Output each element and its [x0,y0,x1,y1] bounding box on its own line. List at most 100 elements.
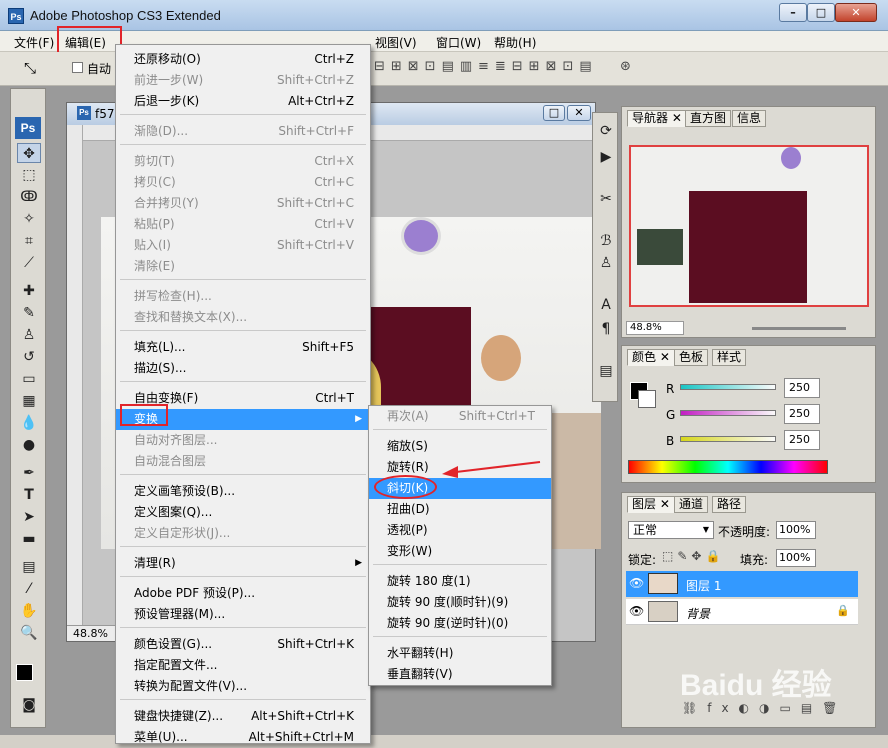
zoom-tool-icon[interactable]: 🔍 [17,623,41,643]
edit-menu-item[interactable]: 剪切(T) Ctrl+X [116,151,370,172]
edit-menu-item[interactable]: Adobe PDF 预设(P)... [116,583,370,604]
opacity-field[interactable]: 100% [776,521,816,539]
edit-menu-item[interactable]: 定义图案(Q)... [116,502,370,523]
edit-menu-item[interactable]: 自动对齐图层... [116,430,370,451]
foreground-color-swatch[interactable] [16,664,33,681]
lasso-tool-icon[interactable]: ↂ [17,187,41,207]
channel-b-value[interactable]: 250 [784,430,820,450]
align-icons[interactable]: ⊟⊞⊠⊡▤▥ [374,59,478,74]
clone-source-icon[interactable]: ♙ [594,253,618,273]
layer-comps-icon[interactable]: ▤ [594,361,618,381]
edit-menu-item[interactable]: 预设管理器(M)... [116,604,370,625]
tab-swatches[interactable]: 色板 [674,349,709,366]
lock-icons[interactable]: ⬚✎✥🔒 [662,549,724,563]
tab-layers[interactable]: 图层 ✕ [627,496,675,513]
navigator-zoom-field[interactable]: 48.8% [626,321,684,335]
transform-menu-item[interactable]: 透视(P) [369,520,551,541]
edit-menu-item[interactable]: 清理(R) ▶ [116,553,370,574]
blend-mode-select[interactable]: 正常 ▼ [628,521,714,539]
menu-view[interactable]: 视图(V) [375,34,417,51]
edit-menu-item[interactable]: 还原移动(O) Ctrl+Z [116,49,370,70]
marquee-tool-icon[interactable]: ⬚ [17,165,41,185]
transform-menu-item[interactable]: 再次(A) Shift+Ctrl+T [369,406,551,427]
transform-menu-item[interactable]: 扭曲(D) [369,499,551,520]
quick-mask-icon[interactable]: ◙ [17,695,41,715]
edit-menu-item[interactable]: 查找和替换文本(X)... [116,307,370,328]
layer-row-background[interactable]: 👁 背景 🔒 [626,599,858,625]
menu-window[interactable]: 窗口(W) [436,34,481,51]
move-tool-preset-icon[interactable]: ⤡ [24,59,36,77]
dodge-tool-icon[interactable]: ● [17,435,41,455]
navigator-zoom-slider[interactable] [752,327,846,330]
character-panel-icon[interactable]: A [594,295,618,315]
tab-navigator[interactable]: 导航器 ✕ [627,110,687,127]
layer-name[interactable]: 背景 [686,605,710,622]
layer-name[interactable]: 图层 1 [686,577,721,594]
paragraph-panel-icon[interactable]: ¶ [594,319,618,339]
channel-g-slider[interactable] [680,410,776,416]
tab-paths[interactable]: 路径 [712,496,747,513]
type-tool-icon[interactable]: T [17,485,41,505]
maximize-button[interactable]: □ [807,3,835,22]
crop-tool-icon[interactable]: ⌗ [17,231,41,251]
history-brush-tool-icon[interactable]: ↺ [17,347,41,367]
tab-channels[interactable]: 通道 [674,496,709,513]
hand-tool-icon[interactable]: ✋ [17,601,41,621]
distribute-icons[interactable]: ≡≣⊟⊞⊠⊡▤ [478,59,598,74]
eye-icon[interactable]: 👁 [629,576,644,590]
doc-close-button[interactable]: ✕ [567,105,591,121]
menu-help[interactable]: 帮助(H) [494,34,536,51]
transform-menu-item[interactable]: 旋转 180 度(1) [369,571,551,592]
tab-histogram[interactable]: 直方图 [685,110,732,127]
edit-menu-item[interactable]: 颜色设置(G)... Shift+Ctrl+K [116,634,370,655]
channel-b-slider[interactable] [680,436,776,442]
layer-row-layer1[interactable]: 👁 图层 1 [626,571,858,597]
move-tool-icon[interactable]: ✥ [17,143,41,163]
magic-wand-tool-icon[interactable]: ✧ [17,209,41,229]
transform-menu-item[interactable]: 缩放(S) [369,436,551,457]
actions-panel-icon[interactable]: ▶ [594,147,618,167]
doc-maximize-button[interactable]: □ [543,105,565,121]
edit-menu-item[interactable]: 转换为配置文件(V)... [116,676,370,697]
edit-menu-item[interactable]: 定义画笔预设(B)... [116,481,370,502]
menu-file[interactable]: 文件(F) [14,34,54,51]
tab-color[interactable]: 颜色 ✕ [627,349,675,366]
edit-menu-item[interactable]: 定义自定形状(J)... [116,523,370,544]
auto-select-checkbox[interactable] [72,62,83,73]
transform-menu-item[interactable]: 垂直翻转(V) [369,664,551,685]
edit-menu-item[interactable]: 菜单(U)... Alt+Shift+Ctrl+M [116,727,370,748]
color-background-swatch[interactable] [638,390,656,408]
document-zoom[interactable]: 48.8% [67,625,117,641]
transform-menu-item[interactable]: 变形(W) [369,541,551,562]
edit-menu-item[interactable]: 渐隐(D)... Shift+Ctrl+F [116,121,370,142]
edit-menu-item[interactable]: 贴入(I) Shift+Ctrl+V [116,235,370,256]
channel-r-slider[interactable] [680,384,776,390]
blur-tool-icon[interactable]: 💧 [17,413,41,433]
edit-menu-item[interactable]: 前进一步(W) Shift+Ctrl+Z [116,70,370,91]
tab-styles[interactable]: 样式 [712,349,747,366]
gradient-tool-icon[interactable]: ▦ [17,391,41,411]
brushes-panel-icon[interactable]: ℬ [594,231,618,251]
edit-menu-item[interactable]: 指定配置文件... [116,655,370,676]
eyedropper-tool-icon[interactable]: ⁄ [17,579,41,599]
auto-align-icon[interactable]: ⊛ [620,59,631,74]
channel-r-value[interactable]: 250 [784,378,820,398]
edit-menu-item[interactable]: 填充(L)... Shift+F5 [116,337,370,358]
edit-menu-item[interactable]: 拼写检查(H)... [116,286,370,307]
edit-menu-item[interactable]: 键盘快捷键(Z)... Alt+Shift+Ctrl+K [116,706,370,727]
shape-tool-icon[interactable]: ▬ [17,529,41,549]
edit-menu-item[interactable]: 粘贴(P) Ctrl+V [116,214,370,235]
navigator-preview[interactable] [629,145,869,307]
eraser-tool-icon[interactable]: ▭ [17,369,41,389]
transform-menu-item[interactable]: 水平翻转(H) [369,643,551,664]
pen-tool-icon[interactable]: ✒ [17,463,41,483]
channel-g-value[interactable]: 250 [784,404,820,424]
transform-menu-item[interactable]: 旋转 90 度(逆时针)(0) [369,613,551,634]
edit-menu-item[interactable]: 合并拷贝(Y) Shift+Ctrl+C [116,193,370,214]
close-button[interactable]: ✕ [835,3,877,22]
clone-stamp-tool-icon[interactable]: ♙ [17,325,41,345]
edit-menu-item[interactable]: 后退一步(K) Alt+Ctrl+Z [116,91,370,112]
eye-icon[interactable]: 👁 [629,604,644,618]
slice-tool-icon[interactable]: ⟋ [17,253,41,273]
history-panel-icon[interactable]: ⟳ [594,121,618,141]
